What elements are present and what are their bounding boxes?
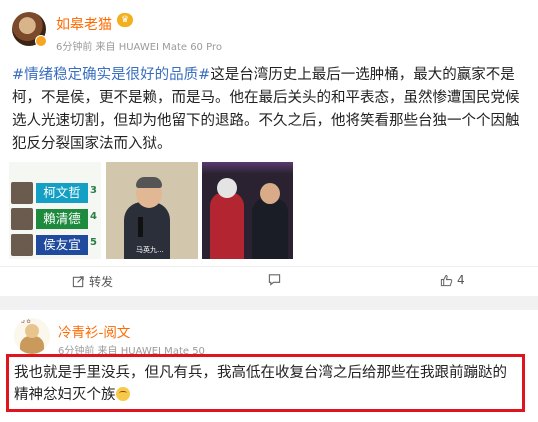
like-button[interactable]: 4 — [440, 273, 465, 287]
microphone — [138, 217, 143, 237]
person-head — [217, 178, 237, 198]
hashtag-link[interactable]: #情绪稳定确实是很好的品质# — [12, 67, 210, 83]
post-body: 我也就是手里没兵，但凡有兵，我高低在收复台湾之后给那些在我跟前蹦跶的精神忿妇灭个… — [14, 362, 519, 406]
speaker-hair — [136, 177, 162, 188]
crown-icon: ♛ — [117, 13, 133, 27]
avatar-figure-head — [25, 324, 39, 338]
username[interactable]: 冷青衫-阅文 — [58, 321, 130, 341]
highlight-box: 我也就是手里没兵，但凡有兵，我高低在收复台湾之后给那些在我跟前蹦跶的精神忿妇灭个… — [6, 354, 525, 412]
post-meta: 6分钟前 来自 HUAWEI Mate 60 Pro — [56, 42, 222, 53]
candidate-name: 柯文哲 — [36, 183, 88, 203]
smiley-emoji-icon — [115, 387, 130, 401]
candidate-row: 賴清德 4 — [11, 208, 99, 230]
person-head — [260, 183, 280, 204]
thumbs-up-icon — [440, 274, 453, 286]
post-image-candidates[interactable]: 柯文哲 3 賴清德 4 侯友宜 5 — [9, 162, 101, 259]
person-figure — [252, 198, 288, 259]
candidate-name: 賴清德 — [36, 209, 88, 229]
post-divider — [0, 296, 538, 310]
candidate-row: 侯友宜 5 — [11, 234, 99, 256]
post-text: 我也就是手里没兵，但凡有兵，我高低在收复台湾之后给那些在我跟前蹦跶的精神忿妇灭个… — [14, 365, 507, 403]
verified-badge-icon — [35, 35, 47, 47]
person-figure — [210, 192, 244, 259]
username[interactable]: 如皋老猫 — [56, 14, 112, 34]
post-image-stage[interactable] — [202, 162, 293, 259]
like-count: 4 — [457, 273, 465, 287]
comment-icon — [268, 274, 281, 286]
avatar-figure — [20, 336, 44, 354]
candidate-number: 3 — [90, 185, 97, 196]
candidate-photo — [11, 234, 33, 256]
candidate-name: 侯友宜 — [36, 235, 88, 255]
comment-button[interactable] — [268, 273, 285, 286]
stage-light — [202, 162, 293, 174]
avatar[interactable]: ✿ ✿ ✿ — [14, 318, 50, 354]
candidate-photo — [11, 208, 33, 230]
candidate-row: 柯文哲 3 — [11, 182, 99, 204]
weibo-post: 如皋老猫 ♛ 6分钟前 来自 HUAWEI Mate 60 Pro #情绪稳定确… — [0, 0, 538, 296]
weibo-post: ✿ ✿ ✿ 冷青衫-阅文 6分钟前 来自 HUAWEI Mate 50 我也就是… — [0, 310, 538, 422]
image-caption: 马英九... — [136, 246, 164, 254]
candidate-number: 4 — [90, 211, 97, 222]
candidate-photo — [11, 182, 33, 204]
share-icon — [72, 276, 84, 288]
share-label: 转发 — [89, 275, 114, 289]
share-button[interactable]: 转发 — [72, 273, 113, 290]
candidate-number: 5 — [90, 237, 97, 248]
post-body: #情绪稳定确实是很好的品质#这是台湾历史上最后一选肿桶，最大的赢家不是柯，不是侯… — [12, 64, 532, 156]
post-image-speaker[interactable]: 马英九... — [106, 162, 198, 259]
action-bar: 转发 4 — [0, 266, 538, 296]
